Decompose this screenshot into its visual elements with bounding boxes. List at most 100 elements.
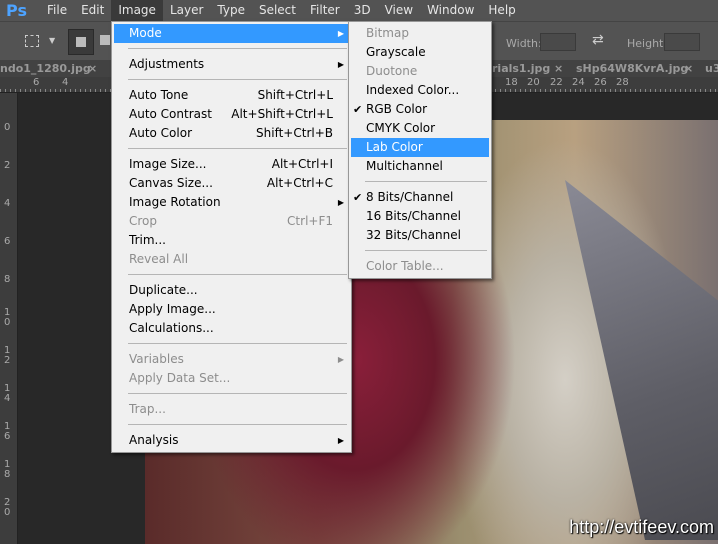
watermark-url: http://evtifeev.com xyxy=(569,517,714,537)
menu-edit[interactable]: Edit xyxy=(74,0,111,21)
menu-item-label: Mode xyxy=(129,26,162,40)
menu-item-analysis[interactable]: Analysis ▶ xyxy=(114,431,349,450)
ruler-label: 1 8 xyxy=(4,459,11,480)
ruler-label: 28 xyxy=(616,77,629,88)
menu-item-label: Auto Contrast xyxy=(129,107,212,121)
mode-item-32-bits-channel[interactable]: 32 Bits/Channel xyxy=(351,226,489,245)
menu-image[interactable]: Image xyxy=(111,0,163,21)
menu-item-label: Auto Color xyxy=(129,126,193,140)
menu-item-label: Calculations... xyxy=(129,321,214,335)
menu-item-label: Auto Tone xyxy=(129,88,189,102)
ruler-label: 22 xyxy=(550,77,563,88)
menu-item-label: Bitmap xyxy=(366,26,409,40)
menu-layer[interactable]: Layer xyxy=(163,0,210,21)
menu-separator xyxy=(351,245,489,257)
menu-item-label: Adjustments xyxy=(129,57,205,71)
ruler-label: 2 0 xyxy=(4,497,11,518)
menu-file[interactable]: File xyxy=(40,0,74,21)
menu-item-label: RGB Color xyxy=(366,102,428,116)
add-selection-icon[interactable] xyxy=(100,35,110,45)
height-input[interactable] xyxy=(664,33,700,51)
new-selection-icon[interactable] xyxy=(68,29,94,55)
dropdown-chevron-icon[interactable]: ▼ xyxy=(49,36,55,45)
ruler-label: 8 xyxy=(4,274,11,285)
tab-close-icon[interactable]: × xyxy=(684,62,693,75)
menu-separator xyxy=(114,143,349,155)
mode-item-lab-color[interactable]: Lab Color xyxy=(351,138,489,157)
swap-arrows-icon[interactable]: ⇄ xyxy=(592,32,604,48)
menu-item-duplicate[interactable]: Duplicate... xyxy=(114,281,349,300)
menu-item-label: 32 Bits/Channel xyxy=(366,228,461,242)
mode-item-bitmap: Bitmap xyxy=(351,24,489,43)
mode-item-8-bits-channel[interactable]: ✔ 8 Bits/Channel xyxy=(351,188,489,207)
menu-item-label: Trim... xyxy=(129,233,166,247)
menu-item-label: Color Table... xyxy=(366,259,444,273)
menu-item-label: CMYK Color xyxy=(366,121,436,135)
submenu-arrow-icon: ▶ xyxy=(337,60,344,69)
ruler-label: 2 xyxy=(4,160,11,171)
tab-doc-2[interactable]: rials1.jpg xyxy=(492,62,550,75)
width-input[interactable] xyxy=(540,33,576,51)
image-menu: Mode ▶ Adjustments ▶ Auto Tone Shift+Ctrl+L Au… xyxy=(111,21,352,453)
menu-item-label: Analysis xyxy=(129,433,179,447)
menu-item-label: Crop xyxy=(129,214,158,228)
menu-separator xyxy=(114,419,349,431)
menu-item-adjustments[interactable]: Adjustments ▶ xyxy=(114,55,349,74)
menu-item-image-rotation[interactable]: Image Rotation ▶ xyxy=(114,193,349,212)
menu-item-apply-data-set: Apply Data Set... xyxy=(114,369,349,388)
menu-item-mode[interactable]: Mode ▶ xyxy=(114,24,349,43)
tab-doc-4[interactable]: u3 xyxy=(705,62,718,75)
photoshop-logo: Ps xyxy=(6,1,27,20)
mode-item-16-bits-channel[interactable]: 16 Bits/Channel xyxy=(351,207,489,226)
ruler-label: 4 xyxy=(62,77,69,88)
ruler-label: 18 xyxy=(505,77,518,88)
menu-filter[interactable]: Filter xyxy=(303,0,347,21)
menu-select[interactable]: Select xyxy=(252,0,303,21)
menu-item-trap: Trap... xyxy=(114,400,349,419)
menu-item-label: Duotone xyxy=(366,64,418,78)
menu-item-auto-contrast[interactable]: Auto Contrast Alt+Shift+Ctrl+L xyxy=(114,105,349,124)
ruler-label: 0 xyxy=(4,122,11,133)
ruler-label: 6 xyxy=(33,77,40,88)
checkmark-icon: ✔ xyxy=(353,191,363,204)
menu-separator xyxy=(114,388,349,400)
menu-item-label: Duplicate... xyxy=(129,283,198,297)
menu-item-crop: Crop Ctrl+F1 xyxy=(114,212,349,231)
menu-help[interactable]: Help xyxy=(481,0,522,21)
mode-item-rgb-color[interactable]: ✔ RGB Color xyxy=(351,100,489,119)
menu-item-auto-color[interactable]: Auto Color Shift+Ctrl+B xyxy=(114,124,349,143)
mode-item-multichannel[interactable]: Multichannel xyxy=(351,157,489,176)
menu-bar: Ps File Edit Image Layer Type Select Filter 3D V… xyxy=(0,0,718,21)
menu-view[interactable]: View xyxy=(378,0,420,21)
mode-item-duotone: Duotone xyxy=(351,62,489,81)
ruler-label: 1 4 xyxy=(4,383,11,404)
menu-item-label: Apply Data Set... xyxy=(129,371,231,385)
submenu-arrow-icon: ▶ xyxy=(337,198,344,207)
menu-type[interactable]: Type xyxy=(210,0,252,21)
menu-item-reveal-all: Reveal All xyxy=(114,250,349,269)
tab-doc-3[interactable]: sHp64W8KvrA.jpg xyxy=(576,62,688,75)
tab-close-icon[interactable]: × xyxy=(88,62,97,75)
menu-item-canvas-size[interactable]: Canvas Size... Alt+Ctrl+C xyxy=(114,174,349,193)
mode-item-indexed-color[interactable]: Indexed Color... xyxy=(351,81,489,100)
tab-doc-1[interactable]: ndo1_1280.jpg xyxy=(0,62,91,75)
menu-3d[interactable]: 3D xyxy=(347,0,378,21)
menu-window[interactable]: Window xyxy=(420,0,481,21)
menu-item-auto-tone[interactable]: Auto Tone Shift+Ctrl+L xyxy=(114,86,349,105)
menu-item-label: Lab Color xyxy=(366,140,423,154)
marquee-tool-icon[interactable] xyxy=(25,35,39,47)
menu-item-label: Image Size... xyxy=(129,157,207,171)
menu-item-calculations[interactable]: Calculations... xyxy=(114,319,349,338)
menu-item-label: 16 Bits/Channel xyxy=(366,209,461,223)
menu-item-shortcut: Alt+Ctrl+C xyxy=(266,176,333,190)
menu-item-trim[interactable]: Trim... xyxy=(114,231,349,250)
menu-item-label: Image Rotation xyxy=(129,195,221,209)
mode-item-cmyk-color[interactable]: CMYK Color xyxy=(351,119,489,138)
mode-item-grayscale[interactable]: Grayscale xyxy=(351,43,489,62)
menu-separator xyxy=(114,43,349,55)
menu-item-apply-image[interactable]: Apply Image... xyxy=(114,300,349,319)
width-label: Width: xyxy=(506,37,542,50)
menu-item-image-size[interactable]: Image Size... Alt+Ctrl+I xyxy=(114,155,349,174)
height-label: Height: xyxy=(627,37,668,50)
tab-close-icon[interactable]: × xyxy=(554,62,563,75)
